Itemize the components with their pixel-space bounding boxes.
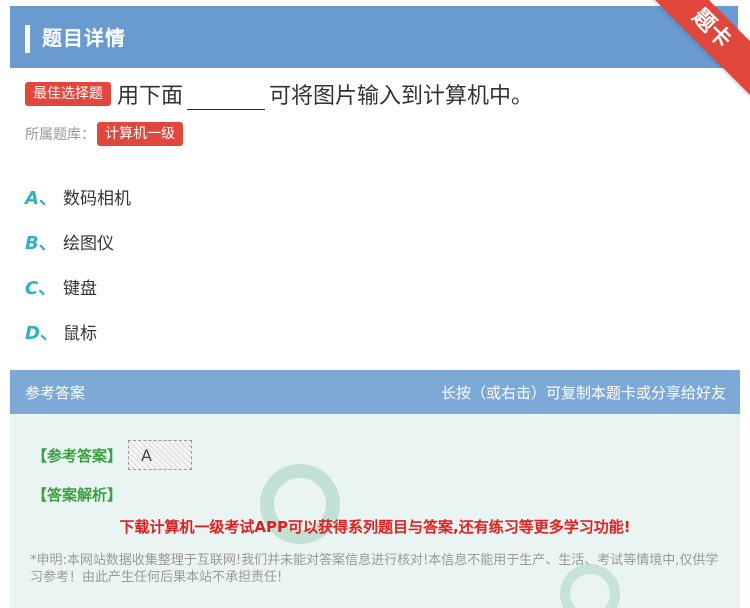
question-block: 最佳选择题 用下面 可将图片输入到计算机中。 所属题库： 计算机一级 [25,78,725,146]
option-letter: C、 [25,277,57,299]
answer-analysis-label: 【答案解析】 [32,486,123,504]
option-c[interactable]: C、 键盘 [25,264,131,309]
source-label: 所属题库： [25,127,95,143]
options-list: A、 数码相机 B、 绘图仪 C、 键盘 D、 鼠标 [25,174,131,354]
answer-header: 参考答案 长按（或右击）可复制本题卡或分享给好友 [10,370,740,414]
option-letter: D、 [25,322,58,344]
disclaimer-text: *申明:本网站数据收集整理于互联网!我们并未能对答案信息进行核对!本信息不能用于… [30,553,719,585]
option-letter: A、 [25,187,57,209]
source-tag[interactable]: 计算机一级 [97,122,183,146]
reference-answer-value[interactable]: A [128,440,193,470]
download-app-promo[interactable]: 下载计算机一级考试APP可以获得系列题目与答案,还有练习等更多学习功能! [10,516,740,537]
option-text: 数码相机 [63,189,131,209]
share-hint: 长按（或右击）可复制本题卡或分享给好友 [440,384,726,402]
page-header: 题目详情 [10,6,738,68]
answer-panel: 【参考答案】 A 【答案解析】 下载计算机一级考试APP可以获得系列题目与答案,… [10,414,740,608]
option-a[interactable]: A、 数码相机 [25,174,131,219]
question-text: 用下面 可将图片输入到计算机中。 [117,84,534,110]
answer-header-title: 参考答案 [25,384,86,402]
page-title: 题目详情 [42,26,126,50]
answer-blank [187,90,266,110]
option-text: 绘图仪 [63,234,114,254]
option-text: 键盘 [63,279,97,299]
header-accent-bar [25,25,30,53]
option-b[interactable]: B、 绘图仪 [25,219,131,264]
question-type-tag: 最佳选择题 [25,82,111,106]
option-letter: B、 [25,232,57,254]
option-d[interactable]: D、 鼠标 [25,309,131,354]
reference-answer-label: 【参考答案】 [32,446,123,465]
option-text: 鼠标 [63,324,97,344]
